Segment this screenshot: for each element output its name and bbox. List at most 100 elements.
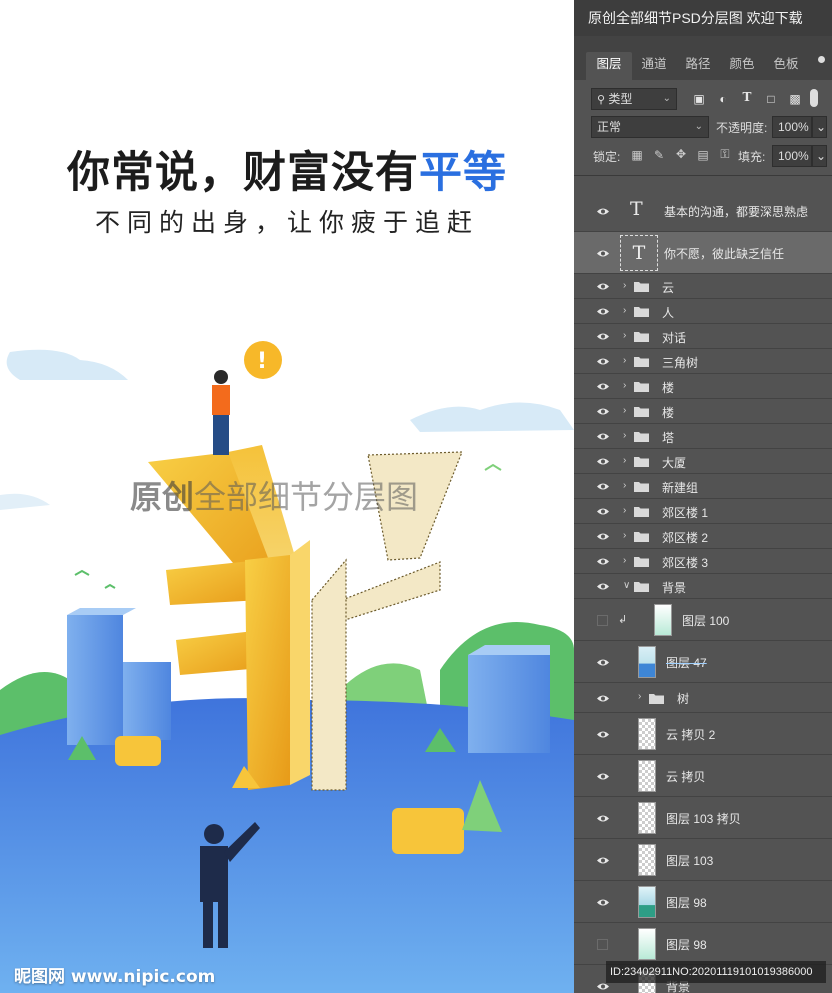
- lock-artboard-icon[interactable]: ▤: [695, 148, 711, 162]
- eye-icon[interactable]: [596, 730, 610, 739]
- chevron-right-icon[interactable]: ›: [623, 355, 626, 366]
- layer-name[interactable]: 你不愿，彼此缺乏信任: [664, 245, 784, 262]
- layer-name[interactable]: 云 拷贝: [666, 768, 705, 785]
- eye-icon[interactable]: [596, 382, 610, 391]
- chevron-down-icon[interactable]: ∨: [623, 580, 630, 591]
- layer-name[interactable]: 对话: [662, 329, 686, 346]
- type-filter-icon[interactable]: T: [740, 90, 754, 104]
- panel-menu-icon[interactable]: [818, 56, 826, 72]
- chevron-right-icon[interactable]: ›: [623, 405, 626, 416]
- lock-brush-icon[interactable]: ✎: [651, 148, 667, 162]
- layer-name[interactable]: 基本的沟通，都要深思熟虑: [664, 203, 808, 220]
- eye-icon[interactable]: [596, 282, 610, 291]
- visibility-toggle[interactable]: [597, 938, 608, 950]
- shape-filter-icon[interactable]: □: [764, 92, 778, 106]
- eye-icon[interactable]: [596, 557, 610, 566]
- layer-name[interactable]: 塔: [662, 429, 674, 446]
- lock-transparent-icon[interactable]: ▦: [629, 148, 645, 162]
- tab-paths[interactable]: 路径: [676, 52, 720, 80]
- layer-row[interactable]: ↲ 图层 100: [574, 599, 832, 641]
- layer-name[interactable]: 图层 47: [666, 654, 707, 671]
- tab-swatches[interactable]: 色板: [764, 52, 808, 80]
- layer-name[interactable]: 楼: [662, 379, 674, 396]
- layer-row[interactable]: › 对话: [574, 324, 832, 349]
- chevron-right-icon[interactable]: ›: [623, 530, 626, 541]
- chevron-right-icon[interactable]: ›: [623, 280, 626, 291]
- chevron-right-icon[interactable]: ›: [638, 691, 641, 702]
- layer-name[interactable]: 图层 98: [666, 936, 707, 953]
- tab-color[interactable]: 颜色: [720, 52, 764, 80]
- eye-icon[interactable]: [596, 432, 610, 441]
- layer-row[interactable]: 云 拷贝 2: [574, 713, 832, 755]
- layer-row[interactable]: 图层 103: [574, 839, 832, 881]
- layer-name[interactable]: 新建组: [662, 479, 698, 496]
- chevron-right-icon[interactable]: ›: [623, 330, 626, 341]
- eye-icon[interactable]: [596, 307, 610, 316]
- blend-mode-select[interactable]: 正常 ⌄: [591, 116, 709, 138]
- eye-icon[interactable]: [596, 856, 610, 865]
- chevron-right-icon[interactable]: ›: [623, 480, 626, 491]
- layer-row[interactable]: › 楼: [574, 399, 832, 424]
- layer-name[interactable]: 云: [662, 279, 674, 296]
- chevron-right-icon[interactable]: ›: [623, 305, 626, 316]
- eye-icon[interactable]: [596, 658, 610, 667]
- layer-name[interactable]: 三角树: [662, 354, 698, 371]
- layer-row[interactable]: 图层 47: [574, 641, 832, 683]
- smart-object-filter-icon[interactable]: ▩: [788, 92, 802, 106]
- layer-name[interactable]: 楼: [662, 404, 674, 421]
- chevron-right-icon[interactable]: ›: [623, 380, 626, 391]
- layer-row[interactable]: T 基本的沟通，都要深思熟虑: [574, 190, 832, 232]
- opacity-field[interactable]: 100%: [772, 116, 812, 138]
- layer-row[interactable]: › 新建组: [574, 474, 832, 499]
- layer-row[interactable]: 图层 98: [574, 881, 832, 923]
- layer-row[interactable]: › 树: [574, 683, 832, 713]
- tab-layers[interactable]: 图层: [586, 52, 632, 80]
- layer-row[interactable]: › 郊区楼 2: [574, 524, 832, 549]
- filter-toggle[interactable]: [810, 89, 818, 107]
- lock-move-icon[interactable]: ✥: [673, 147, 689, 161]
- layer-row[interactable]: › 三角树: [574, 349, 832, 374]
- eye-icon[interactable]: [596, 332, 610, 341]
- layer-name[interactable]: 云 拷贝 2: [666, 726, 715, 743]
- tab-channels[interactable]: 通道: [632, 52, 676, 80]
- layer-name[interactable]: 大厦: [662, 454, 686, 471]
- layer-name[interactable]: 图层 103: [666, 852, 713, 869]
- layer-name[interactable]: 郊区楼 2: [662, 529, 708, 546]
- layer-row[interactable]: › 云: [574, 274, 832, 299]
- image-filter-icon[interactable]: ▣: [692, 92, 706, 106]
- layer-name[interactable]: 郊区楼 1: [662, 504, 708, 521]
- eye-icon[interactable]: [596, 694, 610, 703]
- opacity-chevron-icon[interactable]: ⌄: [812, 116, 827, 138]
- layer-name[interactable]: 图层 100: [682, 612, 729, 629]
- eye-icon[interactable]: [596, 357, 610, 366]
- layer-row[interactable]: ∨ 背景: [574, 574, 832, 599]
- chevron-right-icon[interactable]: ›: [623, 505, 626, 516]
- eye-icon[interactable]: [596, 407, 610, 416]
- chevron-right-icon[interactable]: ›: [623, 455, 626, 466]
- adjustment-filter-icon[interactable]: ◐: [716, 92, 730, 106]
- layer-row[interactable]: 图层 98: [574, 923, 832, 965]
- layer-row[interactable]: › 楼: [574, 374, 832, 399]
- eye-icon[interactable]: [596, 772, 610, 781]
- eye-icon[interactable]: [596, 814, 610, 823]
- fill-field[interactable]: 100%: [772, 145, 812, 167]
- layer-row[interactable]: › 大厦: [574, 449, 832, 474]
- layer-name[interactable]: 图层 103 拷贝: [666, 810, 741, 827]
- visibility-toggle[interactable]: [597, 614, 608, 626]
- eye-icon[interactable]: [596, 898, 610, 907]
- eye-icon[interactable]: [596, 532, 610, 541]
- layer-row[interactable]: 图层 103 拷贝: [574, 797, 832, 839]
- layer-row[interactable]: › 人: [574, 299, 832, 324]
- layer-name[interactable]: 郊区楼 3: [662, 554, 708, 571]
- layer-filter-select[interactable]: ⚲ 类型 ⌄: [591, 88, 677, 110]
- chevron-right-icon[interactable]: ›: [623, 555, 626, 566]
- layer-name[interactable]: 图层 98: [666, 894, 707, 911]
- layer-row[interactable]: T 你不愿，彼此缺乏信任: [574, 232, 832, 274]
- lock-all-icon[interactable]: ⚿: [717, 147, 733, 162]
- eye-icon[interactable]: [596, 507, 610, 516]
- layer-row[interactable]: › 郊区楼 3: [574, 549, 832, 574]
- chevron-right-icon[interactable]: ›: [623, 430, 626, 441]
- eye-icon[interactable]: [596, 482, 610, 491]
- layer-row[interactable]: › 郊区楼 1: [574, 499, 832, 524]
- layer-row[interactable]: 云 拷贝: [574, 755, 832, 797]
